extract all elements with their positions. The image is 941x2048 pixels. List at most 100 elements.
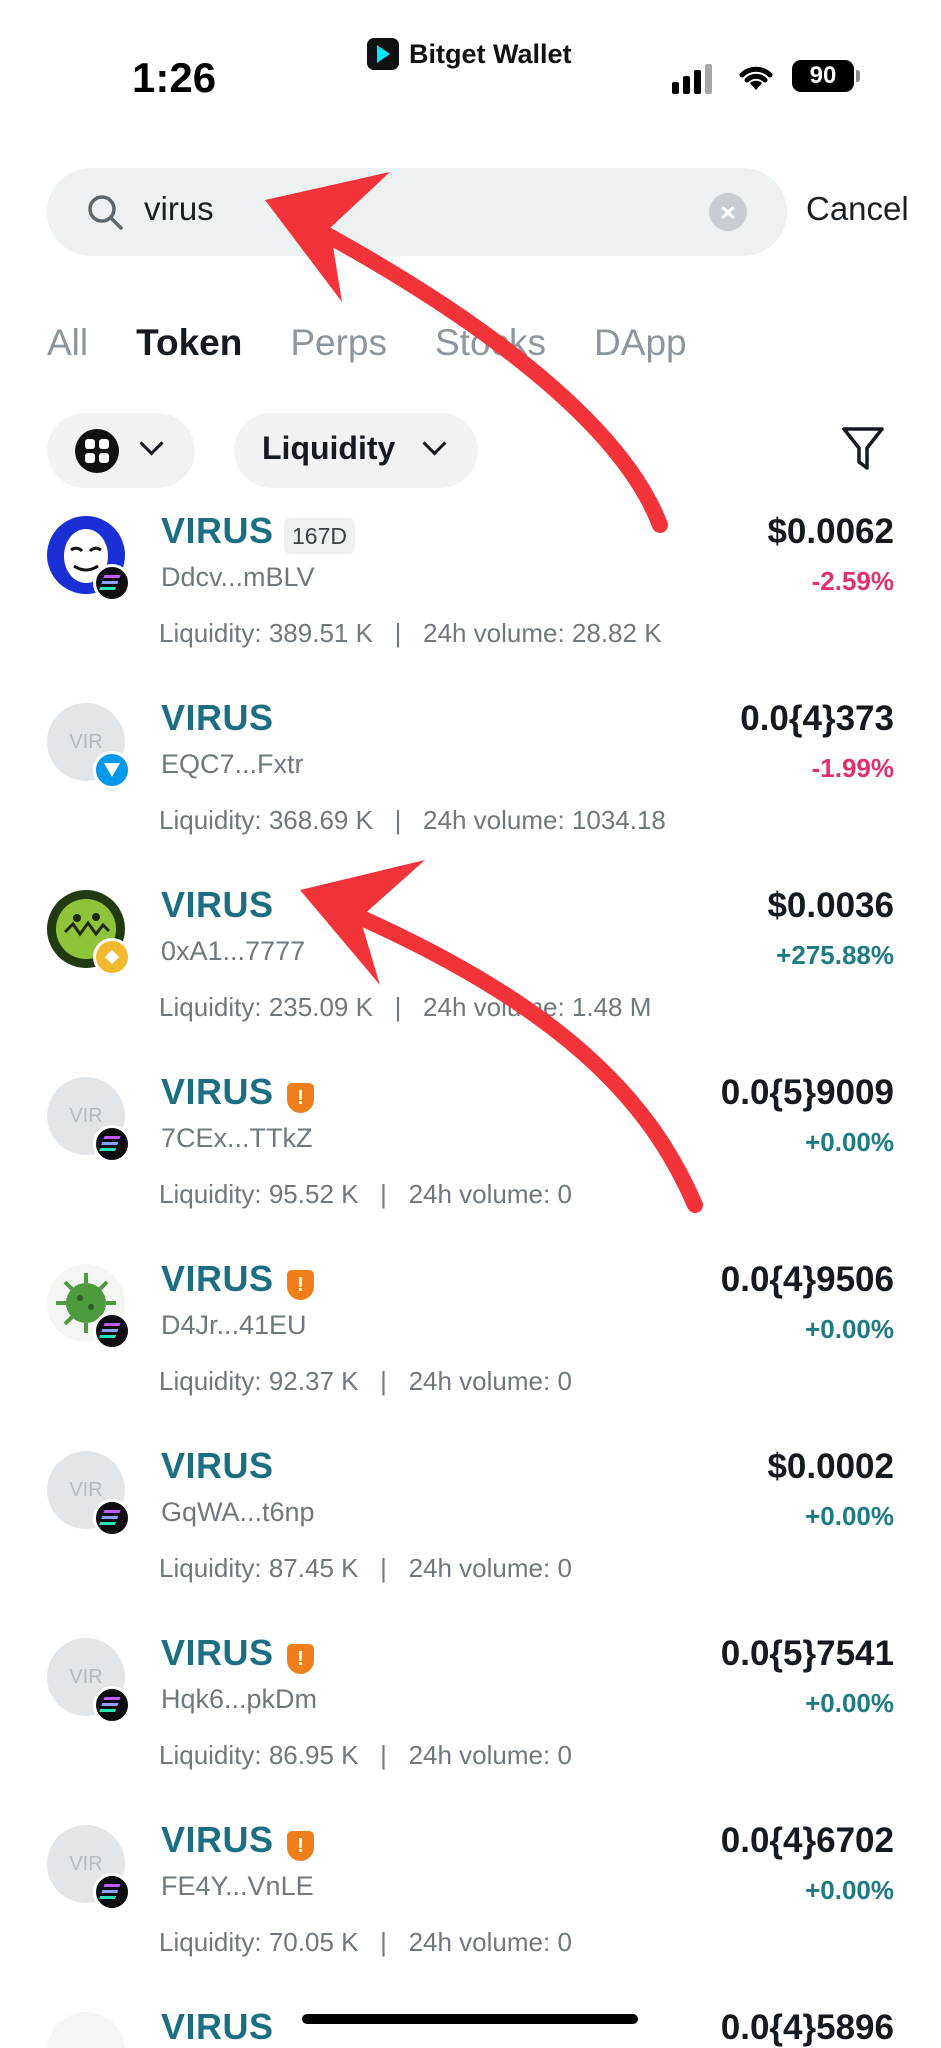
token-volume: 24h volume: 0 bbox=[408, 1927, 572, 1957]
token-price: 0.0{4}373 bbox=[740, 699, 894, 738]
clear-search-button[interactable] bbox=[709, 193, 747, 231]
token-stats: Liquidity: 87.45 K | 24h volume: 0 bbox=[159, 1553, 572, 1583]
token-stats: Liquidity: 95.52 K | 24h volume: 0 bbox=[159, 1179, 572, 1209]
token-name: VIRUS bbox=[161, 1632, 274, 1673]
token-stats: Liquidity: 368.69 K | 24h volume: 1034.1… bbox=[159, 805, 666, 835]
token-change: +275.88% bbox=[776, 940, 894, 970]
sort-dropdown[interactable]: Liquidity bbox=[234, 413, 478, 488]
token-row[interactable]: VIR VIRUS GqWA...t6np $0.0002 +0.00% Liq… bbox=[0, 1445, 941, 1634]
token-volume: 24h volume: 1.48 M bbox=[423, 992, 652, 1022]
token-price: 0.0{4}5896 bbox=[720, 2008, 894, 2047]
token-change: -2.59% bbox=[811, 566, 894, 596]
token-address: 0xA1...7777 bbox=[161, 936, 306, 966]
token-row[interactable]: VIRUS 167D Ddcv...mBLV $0.0062 -2.59% Li… bbox=[0, 510, 941, 699]
token-row[interactable]: VIRUS 0xA1...7777 $0.0036 +275.88% Liqui… bbox=[0, 884, 941, 1073]
solana-chain-icon bbox=[93, 1686, 131, 1724]
warning-shield-icon: ! bbox=[287, 1270, 314, 1300]
token-liquidity: Liquidity: 86.95 K bbox=[159, 1740, 359, 1770]
token-price: 0.0{5}9009 bbox=[720, 1073, 894, 1112]
token-address: 7CEx...TTkZ bbox=[161, 1123, 313, 1153]
chevron-down-icon bbox=[422, 431, 447, 456]
tab-stocks[interactable]: Stocks bbox=[435, 322, 546, 364]
token-row[interactable]: VIR VIRUS ! 7CEx...TTkZ 0.0{5}9009 +0.00… bbox=[0, 1071, 941, 1260]
search-query[interactable]: virus bbox=[144, 190, 214, 228]
battery-indicator: 90 bbox=[792, 60, 854, 92]
token-address: FE4Y...VnLE bbox=[161, 1871, 314, 1901]
token-address: Hqk6...pkDm bbox=[161, 1684, 318, 1714]
token-change: +0.00% bbox=[805, 1314, 894, 1344]
token-row[interactable]: VIRUS ! D4Jr...41EU 0.0{4}9506 +0.00% Li… bbox=[0, 1258, 941, 1447]
token-address: GqWA...t6np bbox=[161, 1497, 315, 1527]
token-price: 0.0{4}9506 bbox=[720, 1260, 894, 1299]
cancel-button[interactable]: Cancel bbox=[806, 190, 909, 228]
token-change: +0.00% bbox=[805, 1501, 894, 1531]
tab-dapp[interactable]: DApp bbox=[594, 322, 687, 364]
home-indicator bbox=[302, 2014, 638, 2024]
token-address: Ddcv...mBLV bbox=[161, 562, 315, 592]
search-input[interactable]: virus bbox=[47, 168, 787, 256]
tab-token[interactable]: Token bbox=[136, 322, 242, 364]
chevron-down-icon bbox=[139, 431, 164, 456]
token-price: 0.0{4}6702 bbox=[720, 1821, 894, 1860]
token-stats: Liquidity: 92.37 K | 24h volume: 0 bbox=[159, 1366, 572, 1396]
app-brand: Bitget Wallet bbox=[367, 38, 572, 70]
token-name: VIRUS bbox=[161, 510, 274, 551]
token-volume: 24h volume: 0 bbox=[408, 1366, 572, 1396]
warning-shield-icon: ! bbox=[287, 1644, 314, 1674]
sort-label: Liquidity bbox=[262, 430, 396, 466]
token-liquidity: Liquidity: 368.69 K bbox=[159, 805, 373, 835]
token-volume: 24h volume: 0 bbox=[408, 1179, 572, 1209]
token-liquidity: Liquidity: 235.09 K bbox=[159, 992, 373, 1022]
token-liquidity: Liquidity: 70.05 K bbox=[159, 1927, 359, 1957]
cellular-signal-icon bbox=[672, 60, 712, 94]
chain-filter-dropdown[interactable] bbox=[47, 413, 195, 488]
token-volume: 24h volume: 0 bbox=[408, 1553, 572, 1583]
token-volume: 24h volume: 28.82 K bbox=[423, 618, 662, 648]
solana-chain-icon bbox=[93, 564, 131, 602]
token-stats: Liquidity: 235.09 K | 24h volume: 1.48 M bbox=[159, 992, 652, 1022]
search-icon bbox=[88, 195, 123, 230]
token-age-badge: 167D bbox=[284, 518, 355, 554]
solana-chain-icon bbox=[93, 1499, 131, 1537]
token-volume: 24h volume: 1034.18 bbox=[423, 805, 666, 835]
token-name: VIRUS bbox=[161, 697, 274, 738]
token-liquidity: Liquidity: 87.45 K bbox=[159, 1553, 359, 1583]
token-change: +0.00% bbox=[805, 1127, 894, 1157]
search-tabs: All Token Perps Stocks DApp bbox=[47, 322, 735, 364]
filter-icon[interactable] bbox=[840, 424, 886, 474]
token-volume: 24h volume: 0 bbox=[408, 1740, 572, 1770]
token-address: D4Jr...41EU bbox=[161, 1310, 307, 1340]
bnb-chain-icon bbox=[93, 938, 131, 976]
tab-perps[interactable]: Perps bbox=[290, 322, 387, 364]
token-address: EQC7...Fxtr bbox=[161, 749, 304, 779]
token-stats: Liquidity: 70.05 K | 24h volume: 0 bbox=[159, 1927, 572, 1957]
token-stats: Liquidity: 86.95 K | 24h volume: 0 bbox=[159, 1740, 572, 1770]
token-name: VIRUS bbox=[161, 2008, 274, 2047]
token-change: +0.00% bbox=[805, 1875, 894, 1905]
app-name: Bitget Wallet bbox=[409, 38, 572, 69]
token-name: VIRUS bbox=[161, 1445, 274, 1486]
token-row[interactable]: VIR VIRUS ! FE4Y...VnLE 0.0{4}6702 +0.00… bbox=[0, 1819, 941, 2008]
token-change: -1.99% bbox=[811, 753, 894, 783]
token-avatar bbox=[47, 2012, 125, 2048]
token-name: VIRUS bbox=[161, 1071, 274, 1112]
token-stats: Liquidity: 389.51 K | 24h volume: 28.82 … bbox=[159, 618, 662, 648]
token-liquidity: Liquidity: 92.37 K bbox=[159, 1366, 359, 1396]
bitget-logo-icon bbox=[367, 38, 399, 70]
token-row[interactable]: VIR VIRUS ! Hqk6...pkDm 0.0{5}7541 +0.00… bbox=[0, 1632, 941, 1821]
token-row[interactable]: VIR VIRUS EQC7...Fxtr 0.0{4}373 -1.99% L… bbox=[0, 697, 941, 886]
status-time: 1:26 bbox=[132, 54, 217, 101]
solana-chain-icon bbox=[93, 1125, 131, 1163]
token-price: $0.0062 bbox=[767, 512, 894, 551]
warning-shield-icon: ! bbox=[287, 1831, 314, 1861]
tab-all[interactable]: All bbox=[47, 322, 88, 364]
token-name: VIRUS bbox=[161, 1258, 274, 1299]
token-liquidity: Liquidity: 95.52 K bbox=[159, 1179, 359, 1209]
token-name: VIRUS bbox=[161, 1819, 274, 1860]
token-name: VIRUS bbox=[161, 884, 274, 925]
battery-tip bbox=[856, 70, 860, 82]
solana-chain-icon bbox=[93, 1312, 131, 1350]
token-change: +0.00% bbox=[805, 1688, 894, 1718]
warning-shield-icon: ! bbox=[287, 1083, 314, 1113]
token-price: $0.0002 bbox=[767, 1447, 894, 1486]
